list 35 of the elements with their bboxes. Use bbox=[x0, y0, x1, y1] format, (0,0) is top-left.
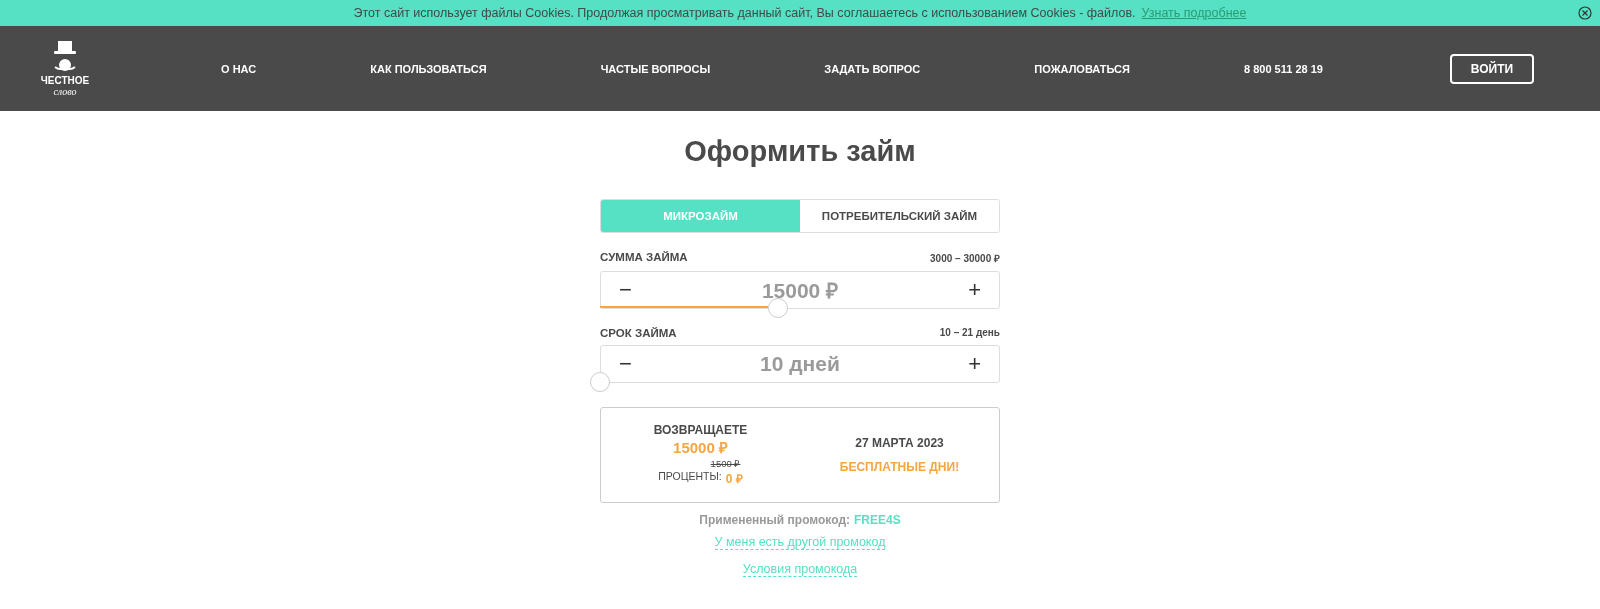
return-amount: 15000 ₽ bbox=[673, 438, 728, 457]
slider-thumb[interactable] bbox=[767, 298, 788, 318]
nav-link[interactable]: О НАС bbox=[221, 62, 257, 75]
nav-link[interactable]: ПОЖАЛОВАТЬСЯ bbox=[1034, 62, 1130, 75]
logo-text: слово bbox=[53, 85, 77, 97]
slider-label: СРОК ЗАЙМА bbox=[600, 327, 677, 339]
login-button[interactable]: ВОЙТИ bbox=[1450, 53, 1534, 84]
increase-button[interactable]: + bbox=[964, 277, 985, 303]
old-interest: 1500 ₽ bbox=[710, 457, 741, 470]
cookie-notice: Этот сайт использует файлы Cookies. Продолжая просматривать данный сайт, Вы соглашаетесь с использованием Cookies - файлов. bbox=[353, 6, 1136, 20]
slider-value: 10 дней bbox=[760, 352, 840, 376]
range-label: 3000 – 30000 ₽ bbox=[930, 252, 1000, 265]
increase-button[interactable]: + bbox=[964, 351, 985, 377]
logo-text: ЧЕСТНОЕ bbox=[40, 74, 90, 86]
nav-link[interactable]: ЗАДАТЬ ВОПРОС bbox=[824, 62, 921, 75]
range-label: 10 – 21 день bbox=[939, 327, 1000, 339]
decrease-button[interactable]: − bbox=[615, 277, 636, 303]
phone-number[interactable]: 8 800 511 28 19 bbox=[1244, 62, 1323, 75]
return-label: ВОЗВРАЩАЕТЕ bbox=[653, 423, 748, 437]
slider-value: 15000 ₽ bbox=[761, 278, 839, 304]
decrease-button[interactable]: − bbox=[615, 351, 636, 377]
close-icon[interactable] bbox=[1578, 6, 1592, 20]
interest-label: ПРОЦЕНТЫ: bbox=[658, 470, 722, 484]
slider-field[interactable]: − 10 дней + bbox=[600, 345, 1000, 383]
nav-link[interactable]: КАК ПОЛЬЗОВАТЬСЯ bbox=[370, 62, 487, 75]
interest-value: 0 ₽ bbox=[725, 471, 743, 487]
promo-code: FREE4S bbox=[854, 513, 901, 527]
slider-thumb[interactable] bbox=[590, 372, 610, 392]
return-date: 27 МАРТА 2023 bbox=[855, 436, 944, 450]
slider-label: СУММА ЗАЙМА bbox=[600, 251, 688, 265]
free-days-label: БЕСПЛАТНЫЕ ДНИ! bbox=[839, 460, 960, 474]
slider-field[interactable]: − 15000 ₽ + bbox=[600, 271, 1000, 309]
page-title: Оформить займ bbox=[684, 135, 916, 169]
promo-label: Примененный промокод: bbox=[699, 513, 850, 527]
nav-link[interactable]: ЧАСТЫЕ ВОПРОСЫ bbox=[600, 62, 711, 75]
